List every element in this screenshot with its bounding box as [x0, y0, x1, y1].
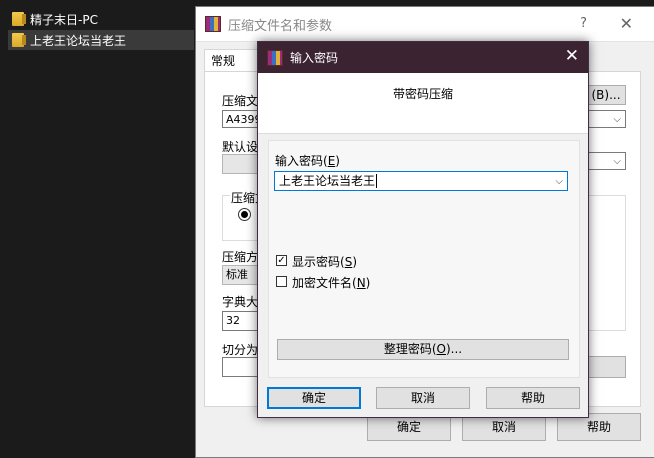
password-dialog-title: 输入密码: [290, 51, 339, 65]
explorer-item-label: 上老王论坛当老王: [30, 33, 127, 48]
password-cancel-button[interactable]: 取消: [376, 387, 470, 409]
password-input[interactable]: 上老王论坛当老王 ⌵: [274, 171, 568, 191]
folder-icon: [12, 33, 26, 47]
winrar-icon: [205, 16, 221, 32]
password-value: 上老王论坛当老王: [279, 174, 376, 188]
encrypt-names-hotkey: N: [356, 276, 366, 290]
compression-method-label: 压缩方: [222, 250, 259, 264]
split-volume-label: 切分为: [222, 343, 259, 357]
explorer-item-selected[interactable]: 上老王论坛当老王: [8, 30, 194, 50]
default-profile-label: 默认设: [222, 140, 259, 154]
password-help-button[interactable]: 帮助: [486, 387, 580, 409]
folder-icon: [12, 12, 26, 26]
password-hotkey: E: [327, 154, 336, 168]
help-icon[interactable]: ?: [580, 16, 587, 31]
chevron-down-icon[interactable]: ⌵: [555, 173, 563, 191]
password-ok-button[interactable]: 确定: [267, 387, 361, 409]
archive-name-label: 压缩文: [222, 94, 259, 108]
explorer-item-label: 精子末日-PC: [30, 12, 98, 27]
archive-name-dropdown[interactable]: ⌵: [586, 110, 626, 128]
organize-passwords-button[interactable]: 整理密码(O)...: [277, 339, 569, 360]
explorer-item[interactable]: 精子末日-PC: [8, 9, 194, 29]
compression-method-dropdown[interactable]: 标准: [222, 265, 258, 285]
show-password-checkbox[interactable]: ✓: [276, 255, 287, 266]
split-volume-field[interactable]: [222, 357, 258, 377]
tab-general[interactable]: 常规: [204, 49, 262, 72]
options-box: [586, 195, 626, 331]
chevron-down-icon: ⌵: [613, 114, 621, 125]
password-label: 输入密码(E): [275, 154, 340, 168]
archive-name-field[interactable]: A4399: [222, 110, 262, 128]
set-password-button[interactable]: [588, 356, 626, 378]
profile-button[interactable]: [222, 154, 258, 174]
encrypt-names-label[interactable]: 加密文件名(N): [292, 274, 370, 291]
update-mode-dropdown[interactable]: ⌵: [586, 152, 626, 170]
show-password-label[interactable]: 显示密码(S): [292, 253, 357, 270]
encrypt-names-checkbox[interactable]: [276, 276, 287, 287]
close-icon[interactable]: ✕: [620, 14, 633, 33]
winrar-icon: [267, 49, 283, 66]
show-password-hotkey: S: [344, 255, 353, 269]
password-dialog-titlebar: 输入密码 ✕: [258, 42, 588, 73]
dictionary-size-field[interactable]: 32: [222, 311, 258, 331]
chevron-down-icon: ⌵: [613, 156, 621, 167]
organize-hotkey: O: [436, 342, 446, 356]
password-dialog: 输入密码 ✕ 带密码压缩 输入密码(E) 上老王论坛当老王 ⌵ ✓ 显示密码(S…: [257, 41, 589, 418]
browse-button[interactable]: (B)...: [586, 85, 626, 105]
dictionary-size-label: 字典大: [222, 295, 259, 309]
archive-dialog-titlebar: 压缩文件名和参数 ? ✕: [196, 7, 654, 42]
archive-dialog-title: 压缩文件名和参数: [228, 18, 333, 34]
close-icon[interactable]: ✕: [565, 46, 579, 66]
rar-radio[interactable]: [238, 208, 251, 221]
password-dialog-header: 带密码压缩: [258, 73, 588, 134]
